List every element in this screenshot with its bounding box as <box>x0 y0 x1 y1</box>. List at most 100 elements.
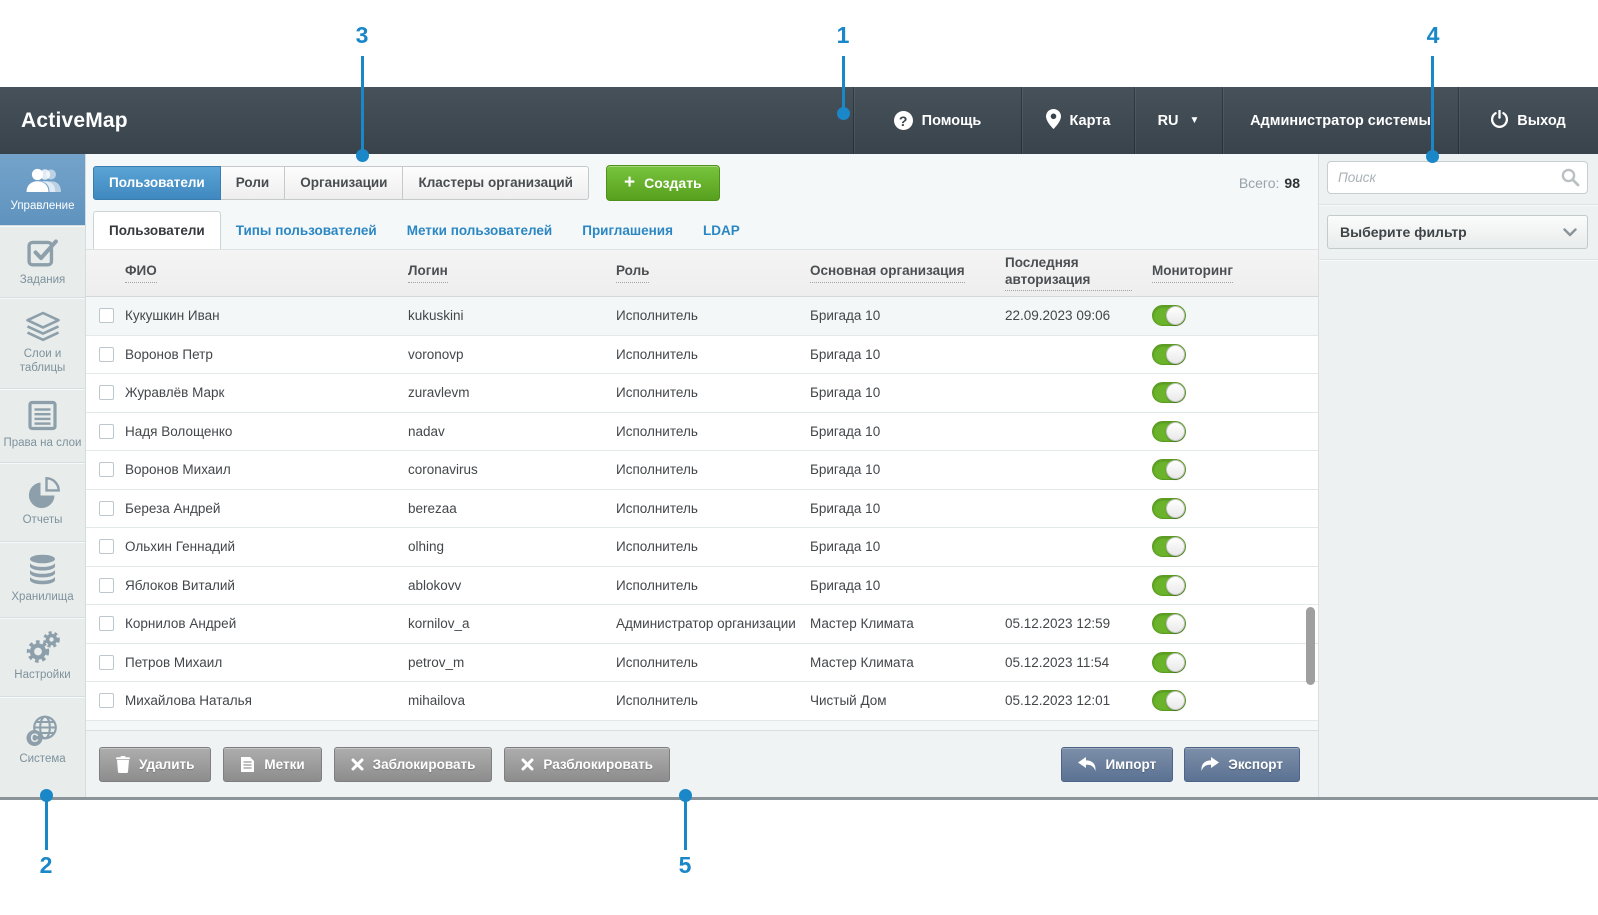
annotation-marker-3: 3 <box>342 22 382 49</box>
sidebar-item-reports[interactable]: Отчеты <box>0 462 85 541</box>
cell-role: Исполнитель <box>616 347 810 362</box>
tag-icon <box>240 756 255 773</box>
cell-login: berezaa <box>408 501 616 516</box>
search-icon[interactable] <box>1561 168 1580 192</box>
column-header-login: Логин <box>408 263 616 283</box>
logout-button[interactable]: Выход <box>1458 87 1598 154</box>
table-row[interactable]: Кукушкин ИванkukuskiniИсполнительБригада… <box>86 297 1318 336</box>
database-icon <box>26 554 59 585</box>
sidebar-item-settings[interactable]: Настройки <box>0 617 85 696</box>
table-row[interactable]: Петров Михаилpetrov_mИсполнительМастер К… <box>86 644 1318 683</box>
sidebar-item-label: Управление <box>11 200 75 213</box>
annotation-marker-1: 1 <box>823 22 863 49</box>
table-row[interactable]: Ольхин ГеннадийolhingИсполнительБригада … <box>86 528 1318 567</box>
cell-org: Бригада 10 <box>810 462 1005 477</box>
sidebar-item-system[interactable]: C Система <box>0 696 85 785</box>
help-menu-item[interactable]: ? Помощь <box>853 87 1021 154</box>
svg-text:C: C <box>30 734 38 746</box>
row-checkbox[interactable] <box>99 501 114 516</box>
table-row[interactable]: Журавлёв МаркzuravlevmИсполнительБригада… <box>86 374 1318 413</box>
cell-fio: Береза Андрей <box>125 501 408 516</box>
sidebar-item-storage[interactable]: Хранилища <box>0 541 85 617</box>
tab-users[interactable]: Пользователи <box>93 166 221 200</box>
monitoring-toggle[interactable] <box>1152 498 1186 519</box>
monitoring-toggle[interactable] <box>1152 305 1186 326</box>
toggle-knob <box>1166 383 1185 402</box>
help-icon: ? <box>894 111 913 130</box>
row-checkbox[interactable] <box>99 539 114 554</box>
pie-chart-icon <box>26 477 60 508</box>
table-row[interactable]: Корнилов Андрейkornilov_aАдминистратор о… <box>86 605 1318 644</box>
monitoring-toggle[interactable] <box>1152 613 1186 634</box>
import-label: Импорт <box>1105 757 1156 772</box>
row-checkbox[interactable] <box>99 385 114 400</box>
table-row[interactable]: Яблоков ВиталийablokovvИсполнительБригад… <box>86 567 1318 606</box>
create-button[interactable]: + Создать <box>606 165 720 201</box>
toggle-knob <box>1166 576 1185 595</box>
labels-button[interactable]: Метки <box>223 747 321 782</box>
table-row[interactable]: Береза АндрейberezaaИсполнительБригада 1… <box>86 490 1318 529</box>
toggle-knob <box>1166 306 1185 325</box>
row-checkbox[interactable] <box>99 578 114 593</box>
sidebar-item-management[interactable]: Управление <box>0 154 85 225</box>
table-row[interactable]: Надя ВолощенкоnadavИсполнительБригада 10 <box>86 413 1318 452</box>
tab-roles[interactable]: Роли <box>220 166 285 200</box>
monitoring-toggle[interactable] <box>1152 382 1186 403</box>
search-input[interactable] <box>1327 161 1588 194</box>
map-pin-icon <box>1046 109 1061 133</box>
monitoring-toggle[interactable] <box>1152 575 1186 596</box>
map-menu-item[interactable]: Карта <box>1021 87 1134 154</box>
tab-organizations[interactable]: Организации <box>284 166 403 200</box>
monitoring-toggle[interactable] <box>1152 690 1186 711</box>
sidebar-item-layer-rights[interactable]: Права на слои <box>0 388 85 462</box>
subtab-user-labels[interactable]: Метки пользователей <box>392 211 568 249</box>
monitoring-toggle[interactable] <box>1152 652 1186 673</box>
cell-role: Исполнитель <box>616 308 810 323</box>
toggle-knob <box>1166 653 1185 672</box>
table-row[interactable]: Михайлова НатальяmihailovaИсполнительЧис… <box>86 682 1318 721</box>
row-checkbox[interactable] <box>99 308 114 323</box>
sidebar-item-layers[interactable]: Слои и таблицы <box>0 297 85 388</box>
logout-label: Выход <box>1517 113 1565 129</box>
subtab-ldap[interactable]: LDAP <box>688 211 755 249</box>
delete-button[interactable]: Удалить <box>99 747 211 782</box>
subtab-invitations[interactable]: Приглашения <box>567 211 688 249</box>
subtab-user-types[interactable]: Типы пользователей <box>221 211 392 249</box>
chevron-down-icon <box>1563 228 1577 237</box>
table-row[interactable]: Воронов МихаилcoronavirusИсполнительБриг… <box>86 451 1318 490</box>
import-button[interactable]: Импорт <box>1061 747 1173 782</box>
export-button[interactable]: Экспорт <box>1184 747 1300 782</box>
column-header-role: Роль <box>616 263 810 283</box>
unblock-button[interactable]: Разблокировать <box>504 747 670 782</box>
row-checkbox[interactable] <box>99 347 114 362</box>
sidebar-item-label: Слои и таблицы <box>3 348 82 374</box>
cell-login: petrov_m <box>408 655 616 670</box>
filter-dropdown[interactable]: Выберите фильтр <box>1327 215 1588 249</box>
subtab-users[interactable]: Пользователи <box>93 211 221 249</box>
row-checkbox[interactable] <box>99 616 114 631</box>
toggle-knob <box>1166 460 1185 479</box>
help-label: Помощь <box>922 113 982 129</box>
current-user-menu[interactable]: Администратор системы <box>1222 87 1458 154</box>
monitoring-toggle[interactable] <box>1152 536 1186 557</box>
power-icon <box>1491 110 1508 132</box>
create-label: Создать <box>644 175 702 191</box>
monitoring-toggle[interactable] <box>1152 421 1186 442</box>
sidebar-item-label: Система <box>19 753 65 766</box>
search-wrap <box>1327 161 1588 194</box>
row-checkbox[interactable] <box>99 462 114 477</box>
monitoring-toggle[interactable] <box>1152 344 1186 365</box>
row-checkbox[interactable] <box>99 693 114 708</box>
row-checkbox[interactable] <box>99 424 114 439</box>
annotation-marker-2: 2 <box>26 852 66 879</box>
app-logo: ActiveMap <box>0 109 128 133</box>
monitoring-toggle[interactable] <box>1152 459 1186 480</box>
cell-org: Чистый Дом <box>810 693 1005 708</box>
block-button[interactable]: Заблокировать <box>334 747 493 782</box>
sidebar-item-tasks[interactable]: Задания <box>0 225 85 297</box>
tab-org-clusters[interactable]: Кластеры организаций <box>402 166 589 200</box>
table-row[interactable]: Воронов ПетрvoronovpИсполнительБригада 1… <box>86 336 1318 375</box>
row-checkbox[interactable] <box>99 655 114 670</box>
language-dropdown[interactable]: RU ▼ <box>1134 87 1222 154</box>
vertical-scrollbar-thumb[interactable] <box>1306 607 1315 685</box>
